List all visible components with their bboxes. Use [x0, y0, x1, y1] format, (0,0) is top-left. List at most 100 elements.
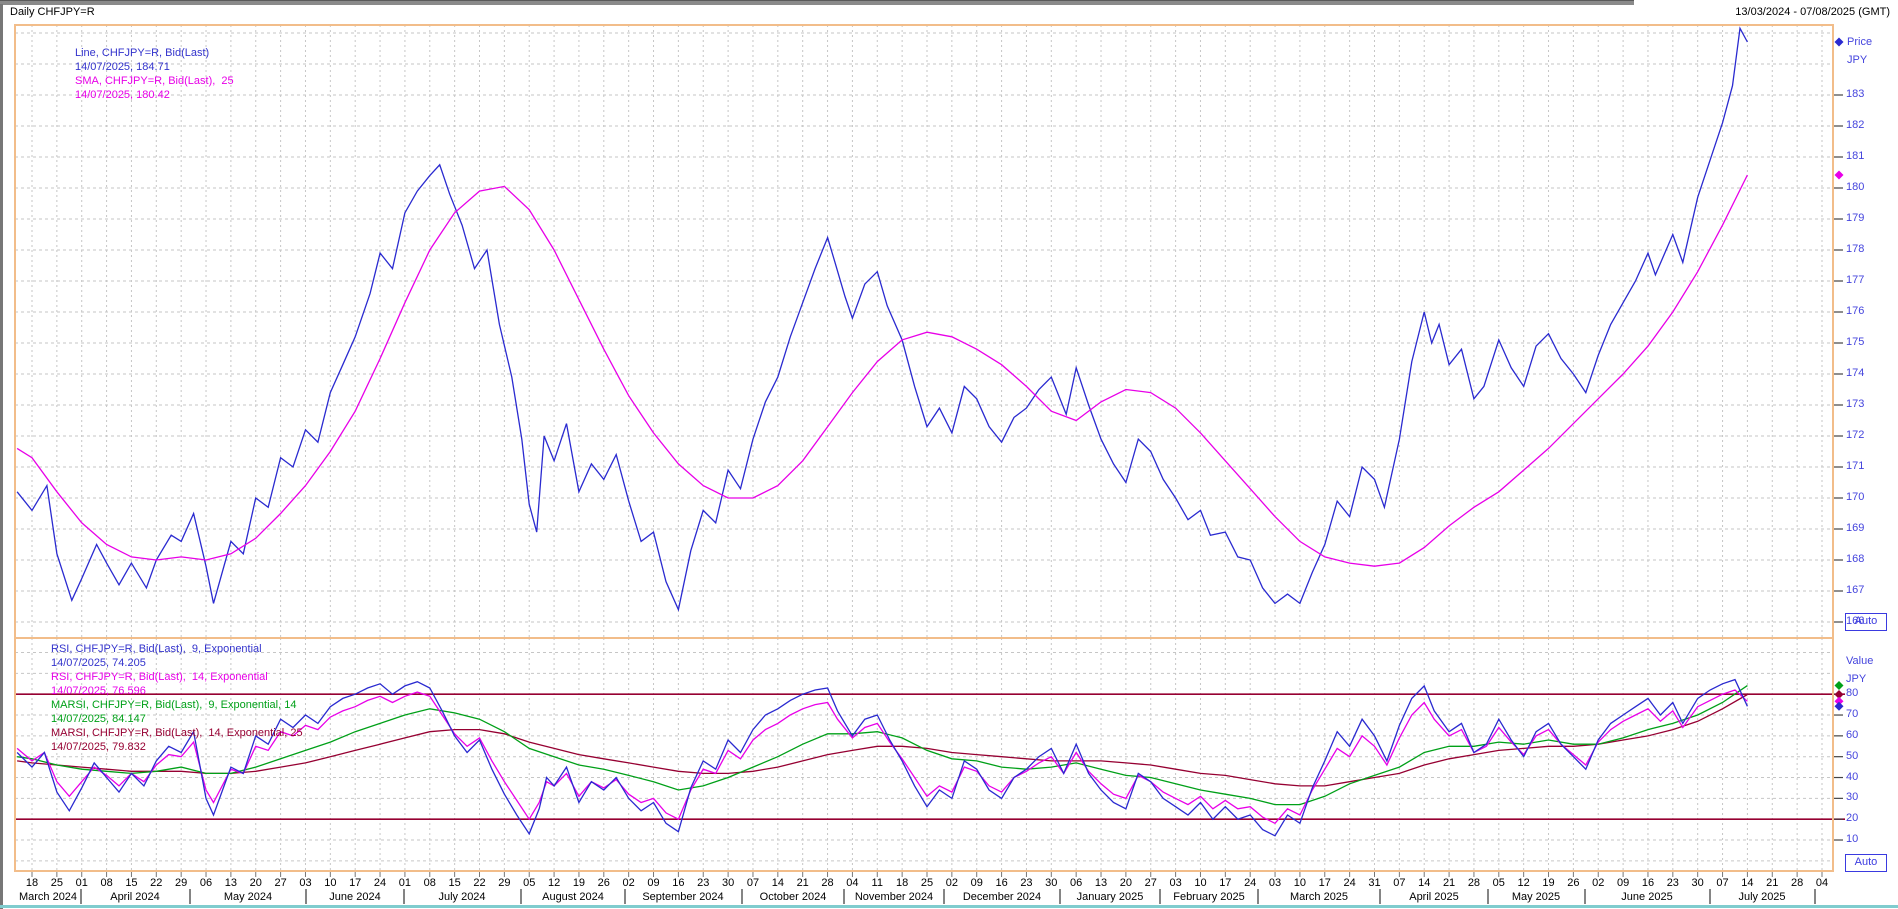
date-day-label: 14	[772, 877, 784, 890]
date-day-label: 28	[821, 877, 833, 890]
price-tick-label: 167	[1846, 584, 1864, 597]
legend-marsi9-name[interactable]: MARSI, CHFJPY=R, Bid(Last), 9, Exponenti…	[51, 699, 296, 712]
price-tick-label: 181	[1846, 150, 1864, 163]
date-day-label: 26	[1567, 877, 1579, 890]
date-month-label: August 2024	[542, 891, 604, 904]
date-month-label: October 2024	[760, 891, 827, 904]
date-day-label: 28	[1791, 877, 1803, 890]
date-day-label: 04	[846, 877, 858, 890]
date-day-label: 09	[971, 877, 983, 890]
date-day-label: 22	[150, 877, 162, 890]
date-day-label: 02	[1592, 877, 1604, 890]
price-tick-label: 177	[1846, 274, 1864, 287]
date-month-label: May 2024	[224, 891, 272, 904]
date-day-label: 09	[1617, 877, 1629, 890]
date-day-label: 15	[449, 877, 461, 890]
legend-rsi14-value[interactable]: 14/07/2025, 76.596	[51, 685, 146, 698]
date-day-label: 13	[225, 877, 237, 890]
date-day-label: 07	[1393, 877, 1405, 890]
price-tick-label: 183	[1846, 88, 1864, 101]
date-day-label: 17	[1319, 877, 1331, 890]
rsi-plot-area[interactable]	[15, 638, 1833, 871]
price-tick-label: 171	[1846, 460, 1864, 473]
price-axis-currency: JPY	[1847, 54, 1867, 67]
date-day-label: 29	[498, 877, 510, 890]
rsi9-last-marker	[1835, 702, 1844, 711]
rsi-axis-header: Value	[1846, 655, 1873, 668]
legend-rsi9-name[interactable]: RSI, CHFJPY=R, Bid(Last), 9, Exponential	[51, 643, 262, 656]
date-day-label: 18	[26, 877, 38, 890]
date-day-label: 28	[1468, 877, 1480, 890]
price-tick-label: 182	[1846, 119, 1864, 132]
price-plot-area[interactable]	[15, 25, 1833, 638]
date-day-label: 06	[1070, 877, 1082, 890]
date-day-label: 14	[1741, 877, 1753, 890]
date-day-label: 09	[647, 877, 659, 890]
rsi-tick-label: 10	[1846, 833, 1858, 846]
price-last-marker	[1835, 37, 1844, 46]
date-day-label: 03	[1169, 877, 1181, 890]
date-day-label: 25	[51, 877, 63, 890]
legend-marsi14-value[interactable]: 14/07/2025, 79.832	[51, 741, 146, 754]
date-day-label: 18	[896, 877, 908, 890]
date-day-label: 19	[1542, 877, 1554, 890]
legend-sma-name[interactable]: SMA, CHFJPY=R, Bid(Last), 25	[75, 75, 234, 88]
legend-rsi9-value[interactable]: 14/07/2025, 74.205	[51, 657, 146, 670]
date-month-label: July 2024	[438, 891, 485, 904]
date-month-label: March 2024	[19, 891, 77, 904]
date-day-label: 08	[424, 877, 436, 890]
date-month-label: March 2025	[1290, 891, 1348, 904]
date-month-label: June 2024	[329, 891, 380, 904]
rsi-axis-auto-button[interactable]: Auto	[1845, 854, 1887, 872]
date-day-label: 12	[548, 877, 560, 890]
date-day-label: 06	[200, 877, 212, 890]
price-tick-label: 176	[1846, 305, 1864, 318]
date-day-label: 16	[995, 877, 1007, 890]
date-day-label: 14	[1418, 877, 1430, 890]
date-day-label: 15	[125, 877, 137, 890]
date-day-label: 13	[1095, 877, 1107, 890]
legend-price-line-value[interactable]: 14/07/2025, 184.71	[75, 61, 170, 74]
date-day-label: 30	[1045, 877, 1057, 890]
date-month-label: April 2024	[110, 891, 160, 904]
date-day-label: 27	[274, 877, 286, 890]
chart-canvas[interactable]	[0, 0, 1898, 909]
price-tick-label: 166	[1846, 615, 1864, 628]
date-month-label: May 2025	[1512, 891, 1560, 904]
price-tick-label: 180	[1846, 181, 1864, 194]
price-tick-label: 168	[1846, 553, 1864, 566]
price-tick-label: 173	[1846, 398, 1864, 411]
rsi-tick-label: 80	[1846, 687, 1858, 700]
date-day-label: 24	[1344, 877, 1356, 890]
date-month-label: November 2024	[855, 891, 933, 904]
date-day-label: 27	[1145, 877, 1157, 890]
date-day-label: 23	[697, 877, 709, 890]
legend-rsi14-name[interactable]: RSI, CHFJPY=R, Bid(Last), 14, Exponentia…	[51, 671, 268, 684]
date-day-label: 31	[1368, 877, 1380, 890]
date-day-label: 03	[299, 877, 311, 890]
date-day-label: 30	[1692, 877, 1704, 890]
legend-marsi14-name[interactable]: MARSI, CHFJPY=R, Bid(Last), 14, Exponent…	[51, 727, 303, 740]
date-day-label: 02	[623, 877, 635, 890]
chart-window: Daily CHFJPY=R 13/03/2024 - 07/08/2025 (…	[0, 0, 1898, 909]
date-day-label: 10	[324, 877, 336, 890]
price-tick-label: 179	[1846, 212, 1864, 225]
price-tick-label: 170	[1846, 491, 1864, 504]
date-day-label: 21	[797, 877, 809, 890]
legend-marsi9-value[interactable]: 14/07/2025, 84.147	[51, 713, 146, 726]
date-month-label: December 2024	[963, 891, 1041, 904]
date-day-label: 04	[1816, 877, 1828, 890]
date-day-label: 01	[399, 877, 411, 890]
date-day-label: 24	[1244, 877, 1256, 890]
price-tick-label: 172	[1846, 429, 1864, 442]
date-day-label: 07	[747, 877, 759, 890]
legend-price-line-name[interactable]: Line, CHFJPY=R, Bid(Last)	[75, 47, 209, 60]
date-day-label: 17	[1219, 877, 1231, 890]
date-month-label: June 2025	[1621, 891, 1672, 904]
price-tick-label: 178	[1846, 243, 1864, 256]
date-day-label: 30	[722, 877, 734, 890]
date-day-label: 03	[1269, 877, 1281, 890]
legend-sma-value[interactable]: 14/07/2025, 180.42	[75, 89, 170, 102]
price-tick-label: 174	[1846, 367, 1864, 380]
rsi-tick-label: 60	[1846, 729, 1858, 742]
